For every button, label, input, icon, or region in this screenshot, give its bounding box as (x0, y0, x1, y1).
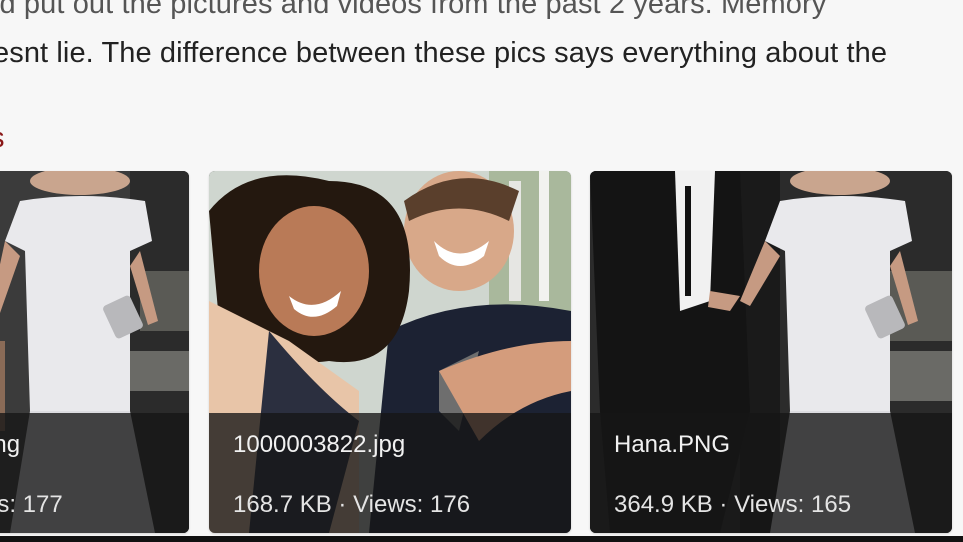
post-body: ld put out the pictures and videos from … (0, 0, 963, 127)
bottom-divider (0, 536, 963, 542)
attachment-filename[interactable]: ong (0, 431, 20, 459)
attachment-meta: ong ws: 177 (0, 413, 189, 533)
attachment-stats: 168.7 KB · Views: 176 (233, 491, 471, 518)
post-line-1: ld put out the pictures and videos from … (0, 0, 827, 20)
attachment-filename[interactable]: 1000003822.jpg (233, 431, 405, 459)
post-line-2: esnt lie. The difference between these p… (0, 37, 888, 69)
attachment-stats: ws: 177 (0, 491, 63, 518)
attachments-heading[interactable]: s (0, 122, 5, 155)
attachment-card[interactable]: Hana.PNG 364.9 KB · Views: 165 (590, 171, 952, 533)
attachment-stats: 364.9 KB · Views: 165 (614, 491, 852, 518)
attachment-card[interactable]: ong ws: 177 (0, 171, 189, 533)
post-line-3: . (0, 78, 963, 127)
attachments-grid: ong ws: 177 (0, 171, 963, 542)
attachment-meta: 1000003822.jpg 168.7 KB · Views: 176 (209, 413, 571, 533)
attachment-card[interactable]: 1000003822.jpg 168.7 KB · Views: 176 (209, 171, 571, 533)
attachment-filename[interactable]: Hana.PNG (614, 431, 730, 459)
forum-post-page: ld put out the pictures and videos from … (0, 0, 963, 542)
attachment-meta: Hana.PNG 364.9 KB · Views: 165 (590, 413, 952, 533)
